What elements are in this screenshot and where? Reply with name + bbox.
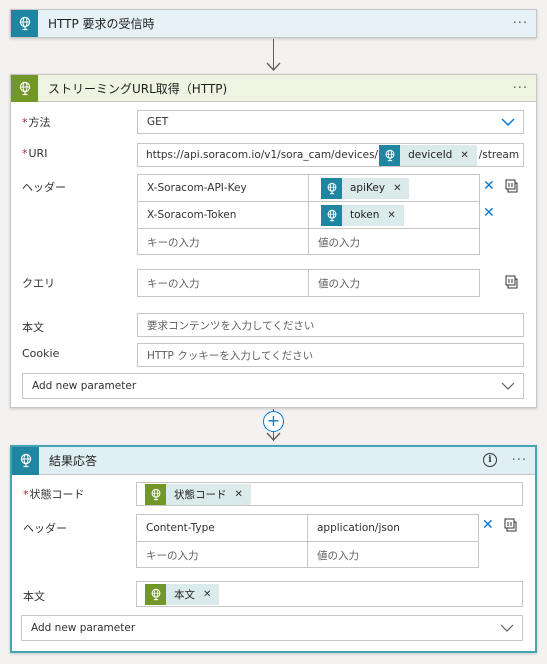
query-value-input[interactable]: 値の入力 <box>309 270 480 296</box>
query-label: クエリ <box>22 277 55 290</box>
http-globe-icon <box>379 144 401 166</box>
arrow-down-icon <box>266 432 281 441</box>
apikey-token[interactable]: apiKey ✕ <box>321 177 410 199</box>
status-code-token-label: 状態コード <box>174 488 227 501</box>
chevron-down-icon <box>500 624 514 632</box>
remove-token-icon[interactable]: ✕ <box>393 183 401 194</box>
headers-label: ヘッダー <box>23 522 67 535</box>
cookie-input[interactable]: HTTP クッキーを入力してください <box>137 343 524 367</box>
uri-label: *URI <box>22 147 48 160</box>
delete-row-icon[interactable]: ✕ <box>483 205 495 221</box>
trigger-title: HTTP 要求の受信時 <box>48 17 155 31</box>
http-globe-icon <box>11 74 38 102</box>
delete-row-icon[interactable]: ✕ <box>482 517 494 533</box>
query-grid: キーの入力 値の入力 <box>137 269 480 297</box>
add-parameter-dropdown[interactable]: Add new parameter <box>21 615 523 641</box>
trigger-card[interactable]: HTTP 要求の受信時 ··· <box>10 9 537 38</box>
more-options-icon[interactable]: ··· <box>512 453 527 468</box>
header-value-cell[interactable]: application/json <box>308 515 479 541</box>
body-label: 本文 <box>22 321 44 334</box>
body-label: 本文 <box>23 590 45 603</box>
response-card[interactable]: 結果応答 i ··· *状態コード 状態コード ✕ ヘッダー Content-T… <box>10 445 537 653</box>
add-parameter-label: Add new parameter <box>31 622 136 634</box>
cookie-label: Cookie <box>22 347 60 360</box>
add-parameter-label: Add new parameter <box>32 380 137 392</box>
remove-token-icon[interactable]: ✕ <box>203 589 211 600</box>
switch-to-text-mode-icon[interactable] <box>505 275 519 289</box>
header-value-input[interactable]: 値の入力 <box>308 542 479 568</box>
body-input[interactable]: 要求コンテンツを入力してください <box>137 313 524 337</box>
remove-token-icon[interactable]: ✕ <box>387 210 395 221</box>
chevron-down-icon <box>501 382 515 390</box>
insert-step-button[interactable]: + <box>263 411 284 432</box>
method-select[interactable]: GET <box>137 110 524 134</box>
body-token[interactable]: 本文 ✕ <box>145 583 220 605</box>
http-globe-icon <box>145 583 166 605</box>
header-key-cell[interactable]: X-Soracom-API-Key <box>138 175 308 201</box>
http-globe-icon <box>12 446 39 475</box>
stream-http-card[interactable]: ストリーミングURL取得（HTTP) ··· *方法 GET *URI http… <box>10 74 537 408</box>
cookie-placeholder: HTTP クッキーを入力してください <box>147 349 314 362</box>
deviceid-token[interactable]: deviceId ✕ <box>379 144 477 166</box>
response-title: 結果応答 <box>49 454 98 468</box>
info-icon[interactable]: i <box>483 453 497 467</box>
header-value-cell[interactable]: apiKey ✕ <box>309 175 480 201</box>
uri-suffix: /stream <box>478 149 520 161</box>
method-value: GET <box>147 116 169 128</box>
header-value-input[interactable]: 値の入力 <box>309 229 480 255</box>
status-code-label: *状態コード <box>23 488 85 501</box>
header-value-cell[interactable]: token ✕ <box>309 202 480 228</box>
stream-http-title: ストリーミングURL取得（HTTP) <box>48 81 228 96</box>
add-parameter-dropdown[interactable]: Add new parameter <box>22 373 524 399</box>
uri-input[interactable]: https://api.soracom.io/v1/sora_cam/devic… <box>137 143 524 167</box>
http-globe-icon <box>321 204 342 226</box>
arrow-down-icon <box>266 62 281 71</box>
header-key-input[interactable]: キーの入力 <box>137 542 307 568</box>
more-options-icon[interactable]: ··· <box>513 81 528 96</box>
header-key-cell[interactable]: X-Soracom-Token <box>138 202 308 228</box>
delete-row-icon[interactable]: ✕ <box>483 178 495 194</box>
response-header[interactable]: 結果応答 i ··· <box>12 446 535 475</box>
status-code-input[interactable]: 状態コード ✕ <box>136 482 523 506</box>
remove-token-icon[interactable]: ✕ <box>460 150 468 161</box>
body-token-label: 本文 <box>174 588 195 601</box>
trigger-header[interactable]: HTTP 要求の受信時 ··· <box>11 10 536 37</box>
headers-grid: X-Soracom-API-Key apiKey ✕ X-Soracom-Tok… <box>137 174 480 255</box>
query-key-input[interactable]: キーの入力 <box>138 270 308 296</box>
http-globe-icon <box>145 483 166 505</box>
status-code-token[interactable]: 状態コード ✕ <box>145 483 251 505</box>
uri-prefix: https://api.soracom.io/v1/sora_cam/devic… <box>146 149 379 161</box>
header-key-input[interactable]: キーの入力 <box>138 229 308 255</box>
switch-to-text-mode-icon[interactable] <box>504 518 518 532</box>
chevron-down-icon <box>501 118 515 127</box>
body-placeholder: 要求コンテンツを入力してください <box>147 319 315 332</box>
header-key-cell[interactable]: Content-Type <box>137 515 307 541</box>
response-body-input[interactable]: 本文 ✕ <box>136 581 523 607</box>
http-globe-icon <box>321 177 342 199</box>
stream-http-header[interactable]: ストリーミングURL取得（HTTP) ··· <box>11 74 536 102</box>
token-token-label: token <box>350 209 380 221</box>
deviceid-token-label: deviceId <box>408 149 453 161</box>
apikey-token-label: apiKey <box>350 182 386 194</box>
response-headers-grid: Content-Type application/json キーの入力 値の入力 <box>136 514 479 568</box>
token-token[interactable]: token ✕ <box>321 204 404 226</box>
more-options-icon[interactable]: ··· <box>513 16 528 31</box>
method-label: *方法 <box>22 116 51 129</box>
switch-to-text-mode-icon[interactable] <box>505 179 519 193</box>
remove-token-icon[interactable]: ✕ <box>235 489 243 500</box>
http-globe-icon <box>11 10 38 37</box>
headers-label: ヘッダー <box>22 181 66 194</box>
